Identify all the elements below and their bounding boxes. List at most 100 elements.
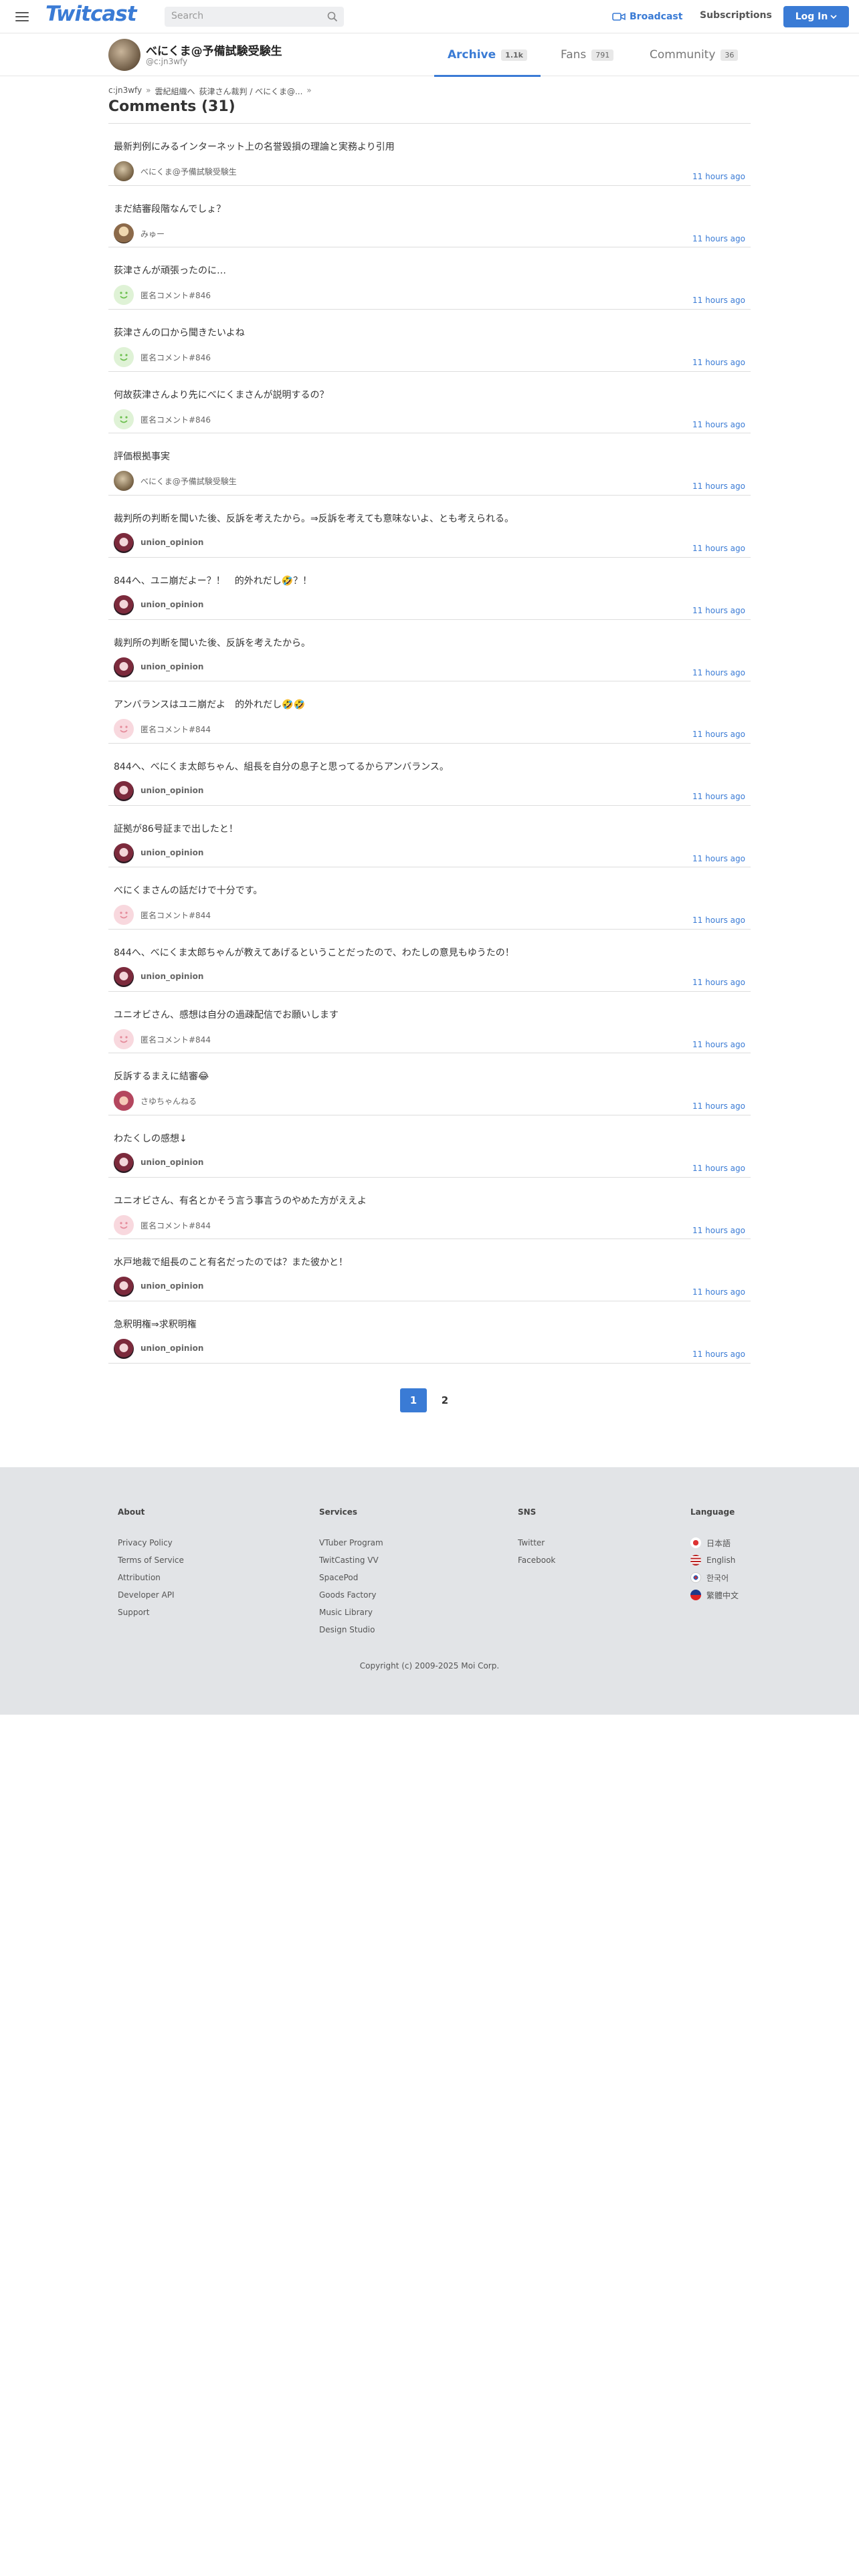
- avatar[interactable]: [114, 905, 134, 926]
- footer-link[interactable]: Terms of Service: [118, 1551, 184, 1569]
- avatar[interactable]: [114, 347, 134, 368]
- footer-link[interactable]: Facebook: [518, 1551, 555, 1569]
- avatar[interactable]: [114, 533, 134, 554]
- comment-username[interactable]: 匿名コメント#844: [140, 724, 211, 735]
- comment-timestamp[interactable]: 11 hours ago: [692, 358, 745, 367]
- footer-link[interactable]: Goods Factory: [319, 1586, 383, 1604]
- comment-item: べにくまさんの話だけで十分です。 匿名コメント#844 11 hours ago: [108, 867, 751, 930]
- avatar[interactable]: [114, 719, 134, 740]
- language-option-ko[interactable]: 한국어: [690, 1569, 739, 1586]
- comment-timestamp[interactable]: 11 hours ago: [692, 234, 745, 243]
- page-button-2[interactable]: 2: [432, 1388, 458, 1412]
- comment-timestamp[interactable]: 11 hours ago: [692, 481, 745, 491]
- profile-bar: べにくま@予備試験受験生 @c:jn3wfy Archive 1.1k Fans…: [0, 33, 859, 77]
- footer-link[interactable]: Attribution: [118, 1569, 184, 1586]
- avatar[interactable]: [114, 409, 134, 429]
- comment-text: 証拠が86号証まで出したと！: [114, 823, 238, 835]
- login-button[interactable]: Log In: [783, 6, 849, 27]
- footer-link[interactable]: Support: [118, 1604, 184, 1621]
- comment-username[interactable]: union_opinion: [140, 662, 203, 671]
- comment-timestamp[interactable]: 11 hours ago: [692, 854, 745, 863]
- search-input[interactable]: Search: [165, 7, 344, 27]
- comment-timestamp[interactable]: 11 hours ago: [692, 1040, 745, 1049]
- page-button-1[interactable]: 1: [400, 1388, 427, 1412]
- search-icon[interactable]: [327, 11, 338, 22]
- comment-timestamp[interactable]: 11 hours ago: [692, 420, 745, 429]
- avatar[interactable]: [114, 966, 134, 987]
- profile-avatar[interactable]: [108, 39, 140, 71]
- avatar[interactable]: [114, 161, 134, 181]
- comment-username[interactable]: union_opinion: [140, 1158, 203, 1167]
- comment-username[interactable]: union_opinion: [140, 1344, 203, 1353]
- footer-link[interactable]: SpacePod: [319, 1569, 383, 1586]
- footer-link[interactable]: Developer API: [118, 1586, 184, 1604]
- footer-link[interactable]: TwitCasting VV: [319, 1551, 383, 1569]
- tab-fans[interactable]: Fans 791: [561, 33, 614, 76]
- avatar[interactable]: [114, 595, 134, 615]
- comment-timestamp[interactable]: 11 hours ago: [692, 296, 745, 305]
- comment-timestamp[interactable]: 11 hours ago: [692, 1287, 745, 1297]
- comment-username[interactable]: union_opinion: [140, 600, 203, 609]
- avatar[interactable]: [114, 471, 134, 492]
- footer-link[interactable]: VTuber Program: [319, 1534, 383, 1551]
- language-option-zh[interactable]: 繁體中文: [690, 1586, 739, 1604]
- comment-timestamp[interactable]: 11 hours ago: [692, 668, 745, 677]
- comment-username[interactable]: べにくま@予備試験受験生: [140, 166, 237, 177]
- avatar[interactable]: [114, 1029, 134, 1049]
- avatar[interactable]: [114, 657, 134, 677]
- comment-username[interactable]: union_opinion: [140, 786, 203, 795]
- comment-item: 844へ、べにくま太郎ちゃんが教えてあげるということだったので、わたしの意見もゆ…: [108, 930, 751, 992]
- comment-timestamp[interactable]: 11 hours ago: [692, 172, 745, 181]
- comment-timestamp[interactable]: 11 hours ago: [692, 792, 745, 801]
- profile-name[interactable]: べにくま@予備試験受験生: [146, 41, 282, 58]
- comment-timestamp[interactable]: 11 hours ago: [692, 606, 745, 615]
- comment-username[interactable]: 匿名コメント#846: [140, 414, 211, 425]
- avatar[interactable]: [114, 780, 134, 801]
- broadcast-button[interactable]: Broadcast: [612, 9, 682, 25]
- avatar[interactable]: [114, 1091, 134, 1111]
- comment-username[interactable]: union_opinion: [140, 1281, 203, 1291]
- comment-timestamp[interactable]: 11 hours ago: [692, 978, 745, 987]
- avatar[interactable]: [114, 223, 134, 243]
- subscriptions-link[interactable]: Subscriptions: [700, 10, 772, 21]
- avatar[interactable]: [114, 1214, 134, 1235]
- comment-timestamp[interactable]: 11 hours ago: [692, 1226, 745, 1235]
- language-option-en[interactable]: English: [690, 1551, 739, 1569]
- comment-timestamp[interactable]: 11 hours ago: [692, 1164, 745, 1173]
- breadcrumb-item[interactable]: 雲紀組織へ: [155, 86, 195, 97]
- breadcrumb-item[interactable]: 荻津さん裁判 / べにくま@...: [199, 86, 303, 97]
- comment-username[interactable]: 匿名コメント#844: [140, 909, 211, 921]
- comment-username[interactable]: 匿名コメント#844: [140, 1034, 211, 1045]
- avatar[interactable]: [114, 1277, 134, 1297]
- comment-timestamp[interactable]: 11 hours ago: [692, 544, 745, 553]
- comment-timestamp[interactable]: 11 hours ago: [692, 730, 745, 739]
- comment-timestamp[interactable]: 11 hours ago: [692, 1101, 745, 1111]
- avatar[interactable]: [114, 285, 134, 306]
- menu-icon[interactable]: [13, 8, 31, 25]
- comment-timestamp[interactable]: 11 hours ago: [692, 916, 745, 925]
- comment-username[interactable]: union_opinion: [140, 538, 203, 547]
- comment-username[interactable]: 匿名コメント#846: [140, 352, 211, 363]
- smiley-icon: [120, 911, 128, 919]
- footer-link[interactable]: Twitter: [518, 1534, 555, 1551]
- language-option-ja[interactable]: 日本語: [690, 1534, 739, 1551]
- comment-username[interactable]: みゅー: [140, 228, 165, 239]
- comment-text: 844へ、べにくま太郎ちゃんが教えてあげるということだったので、わたしの意見もゆ…: [114, 947, 514, 958]
- comment-username[interactable]: union_opinion: [140, 848, 203, 857]
- footer-link[interactable]: Music Library: [319, 1604, 383, 1621]
- breadcrumb-item[interactable]: c:jn3wfy: [108, 86, 142, 97]
- avatar[interactable]: [114, 1339, 134, 1360]
- comment-username[interactable]: union_opinion: [140, 972, 203, 981]
- footer-link[interactable]: Design Studio: [319, 1621, 383, 1638]
- site-logo[interactable]: Twitcast: [45, 2, 137, 26]
- tab-community[interactable]: Community 36: [650, 33, 739, 76]
- comment-username[interactable]: さゆちゃんねる: [140, 1095, 197, 1107]
- footer-link[interactable]: Privacy Policy: [118, 1534, 184, 1551]
- tab-archive[interactable]: Archive 1.1k: [434, 33, 541, 77]
- avatar[interactable]: [114, 843, 134, 863]
- comment-username[interactable]: 匿名コメント#846: [140, 290, 211, 301]
- avatar[interactable]: [114, 1153, 134, 1173]
- comment-username[interactable]: 匿名コメント#844: [140, 1220, 211, 1231]
- comment-timestamp[interactable]: 11 hours ago: [692, 1350, 745, 1359]
- comment-username[interactable]: べにくま@予備試験受験生: [140, 475, 237, 487]
